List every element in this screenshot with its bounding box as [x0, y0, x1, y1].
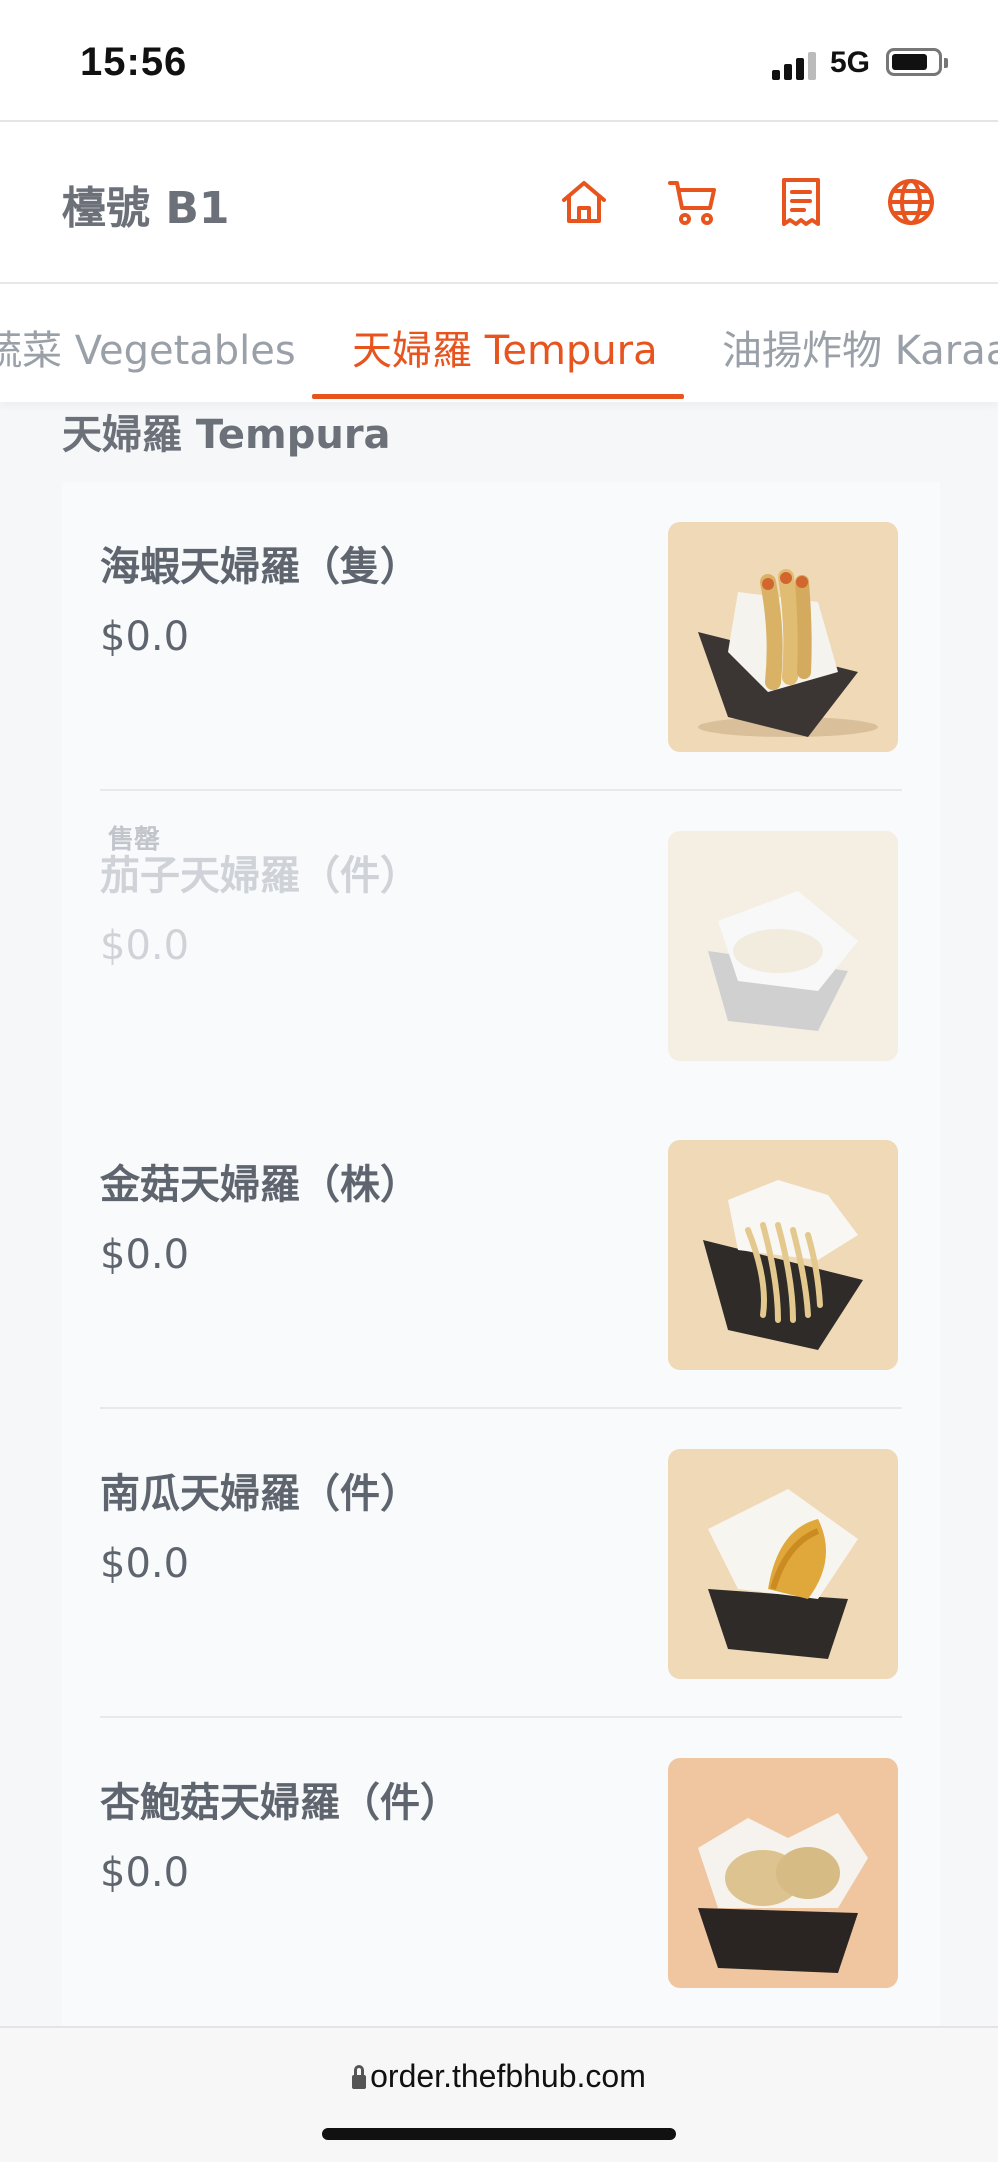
url-bar[interactable]: order.thefbhub.com: [0, 2058, 998, 2095]
item-price: $0.0: [100, 1232, 190, 1278]
item-name: 海蝦天婦羅（隻）: [100, 544, 420, 590]
item-image: [668, 1449, 898, 1679]
item-name: 茄子天婦羅（件）: [100, 853, 420, 899]
table-number-title: 檯號 B1: [62, 183, 230, 234]
cart-icon[interactable]: [665, 174, 721, 230]
receipt-icon[interactable]: [773, 174, 829, 230]
item-name: 杏鮑菇天婦羅（件）: [100, 1780, 460, 1826]
category-tabs: 蔬菜 Vegetables 天婦羅 Tempura 油揚炸物 Karaa: [0, 284, 998, 402]
item-price: $0.0: [100, 1850, 190, 1896]
item-image: [668, 522, 898, 752]
item-name: 南瓜天婦羅（件）: [100, 1471, 420, 1517]
menu-item[interactable]: 海蝦天婦羅（隻） $0.0: [62, 482, 940, 791]
home-indicator[interactable]: [322, 2128, 676, 2140]
network-type: 5G: [830, 46, 871, 79]
item-image: [668, 1140, 898, 1370]
tab-karaage[interactable]: 油揚炸物 Karaa: [722, 318, 998, 376]
app-header: 檯號 B1: [0, 122, 998, 282]
section-title: 天婦羅 Tempura: [62, 412, 391, 458]
item-price: $0.0: [100, 1541, 190, 1587]
menu-item-sold-out: 售罄 茄子天婦羅（件） $0.0: [62, 791, 940, 1100]
item-image: [668, 1758, 898, 1988]
globe-icon[interactable]: [883, 174, 939, 230]
item-price: $0.0: [100, 923, 190, 969]
home-icon[interactable]: [556, 174, 612, 230]
menu-item[interactable]: 金菇天婦羅（株） $0.0: [62, 1100, 940, 1409]
menu-item[interactable]: 南瓜天婦羅（件） $0.0: [62, 1409, 940, 1718]
status-time: 15:56: [80, 40, 188, 84]
browser-bottom-bar: order.thefbhub.com: [0, 2026, 998, 2162]
active-tab-indicator: [312, 394, 684, 399]
tab-vegetables[interactable]: 蔬菜 Vegetables: [0, 318, 296, 376]
item-image: [668, 831, 898, 1061]
status-bar: 15:56 5G: [0, 0, 998, 120]
battery-icon: [886, 48, 948, 76]
menu-content: 天婦羅 Tempura 海蝦天婦羅（隻） $0.0 售罄 茄子天婦羅（件） $0…: [0, 402, 998, 2026]
menu-item[interactable]: 杏鮑菇天婦羅（件） $0.0: [62, 1718, 940, 2026]
url-text: order.thefbhub.com: [370, 2058, 646, 2094]
item-price: $0.0: [100, 614, 190, 660]
item-name: 金菇天婦羅（株）: [100, 1162, 420, 1208]
menu-list: 海蝦天婦羅（隻） $0.0 售罄 茄子天婦羅（件） $0.0 金菇天婦羅（株） …: [62, 482, 940, 2026]
signal-icon: [772, 52, 818, 80]
lock-icon: [352, 2065, 367, 2089]
tab-tempura[interactable]: 天婦羅 Tempura: [352, 318, 658, 376]
